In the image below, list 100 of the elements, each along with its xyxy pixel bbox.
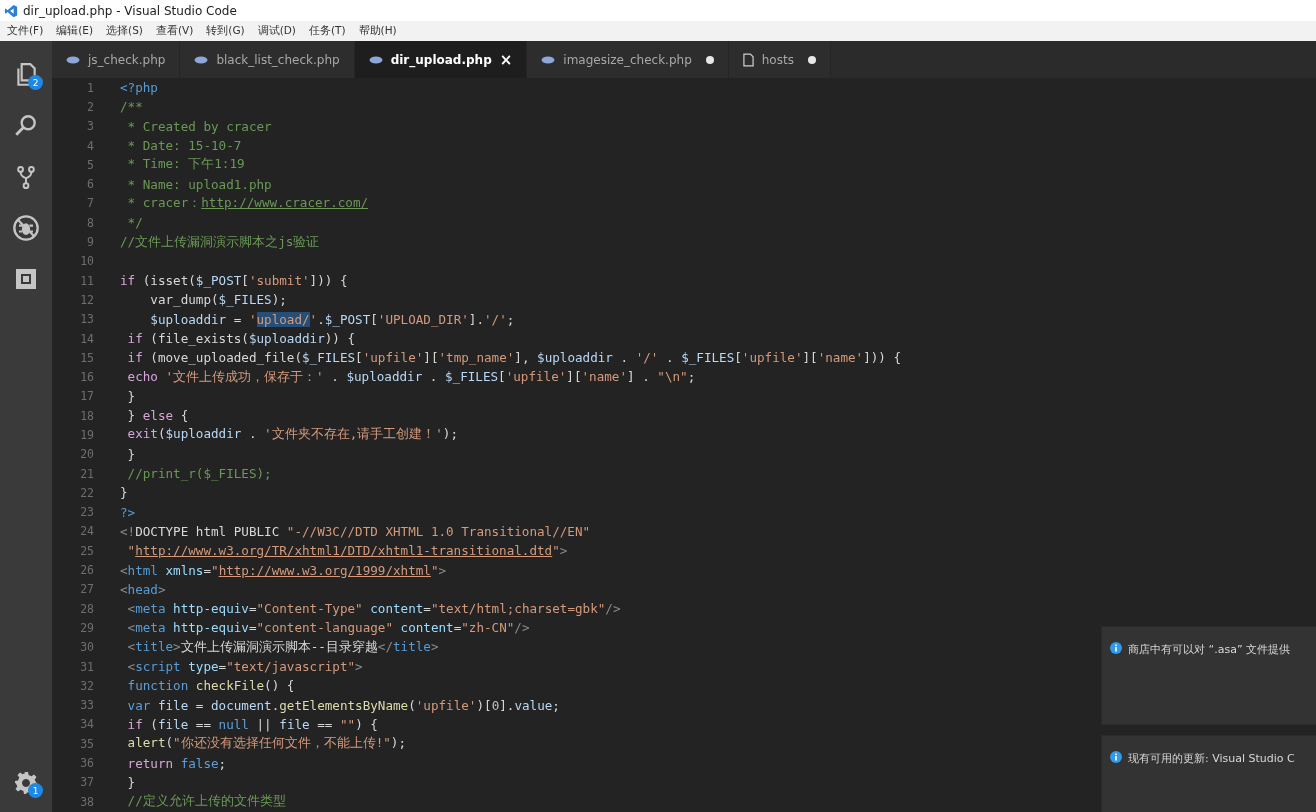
line-number: 17 xyxy=(79,389,94,404)
info-icon xyxy=(1110,751,1122,763)
code-line: echo '文件上传成功，保存于：' . $uploaddir . $_FILES['upfile']['name'] . "\n"; xyxy=(126,368,696,386)
file-icon xyxy=(742,52,754,67)
line-number: 38 xyxy=(79,794,94,809)
code-line: function checkFile() { xyxy=(126,678,295,694)
bug-icon[interactable] xyxy=(12,213,40,242)
notification-text: 商店中有可以对 “.asa” 文件提供 xyxy=(1128,642,1291,657)
line-number: 7 xyxy=(86,196,94,211)
menu-item[interactable]: 转到(G) xyxy=(206,24,245,38)
line-number: 37 xyxy=(79,775,94,790)
app-logo-icon xyxy=(4,3,18,18)
code-line: var file = document.getElementsByName('upfile')[0].value; xyxy=(126,697,560,713)
menu-item[interactable]: 编辑(E) xyxy=(56,24,94,38)
line-number: 33 xyxy=(79,698,94,713)
code-line: exit($uploaddir . '文件夹不存在,请手工创建！'); xyxy=(126,426,458,444)
menu-item[interactable]: 选择(S) xyxy=(106,24,143,38)
window-title: dir_upload.php - Visual Studio Code xyxy=(23,3,237,18)
line-number: 27 xyxy=(79,582,94,597)
ellipse-icon xyxy=(66,55,80,64)
code-line: <html xmlns="http://www.w3.org/1999/xhtml"> xyxy=(120,562,447,578)
line-number: 15 xyxy=(79,350,94,365)
code-line: <title>文件上传漏洞演示脚本--目录穿越</title> xyxy=(126,638,439,656)
code-line: if (isset($_POST['submit'])) { xyxy=(120,273,348,289)
code-line: alert("你还没有选择任何文件，不能上传!"); xyxy=(126,735,406,753)
code-line: <meta http-equiv="content-language" content="zh-CN"/> xyxy=(126,620,530,636)
code-line: if (file == null || file == "") { xyxy=(126,716,378,732)
line-number: 18 xyxy=(79,408,94,423)
extensions-icon[interactable] xyxy=(14,266,38,291)
line-number: 35 xyxy=(79,736,94,751)
code-line: //文件上传漏洞演示脚本之js验证 xyxy=(120,233,320,251)
line-number: 23 xyxy=(79,505,94,520)
code-line: //定义允许上传的文件类型 xyxy=(126,793,286,811)
line-number: 36 xyxy=(79,756,94,771)
code-line: * Date: 15-10-7 xyxy=(126,138,242,154)
code-line: //print_r($_FILES); xyxy=(126,466,272,482)
line-number: 21 xyxy=(79,466,94,481)
code-line: } xyxy=(126,446,136,462)
code-line: <meta http-equiv="Content-Type" content="text/html;charset=gbk"/> xyxy=(126,601,621,617)
line-number: 24 xyxy=(79,524,94,539)
code-line: if (file_exists($uploaddir)) { xyxy=(126,331,356,346)
code-line: var_dump($_FILES); xyxy=(149,292,287,308)
info-icon xyxy=(1110,642,1122,654)
code-line: } else { xyxy=(126,408,189,424)
line-number: 22 xyxy=(79,485,94,500)
line-number: 9 xyxy=(86,235,94,249)
line-number: 14 xyxy=(79,331,94,346)
ellipse-icon xyxy=(541,55,556,64)
line-number: 10 xyxy=(79,254,94,269)
code-line: */ xyxy=(126,215,143,231)
code-line: /** xyxy=(120,99,143,115)
code-line: * Time: 下午1:19 xyxy=(126,156,245,174)
line-number: 11 xyxy=(79,273,94,288)
line-number: 6 xyxy=(86,177,94,192)
code-line: * cracer：http://www.cracer.com/ xyxy=(126,194,369,212)
line-number: 28 xyxy=(79,601,94,616)
line-number: 16 xyxy=(79,370,94,385)
line-number: 19 xyxy=(79,428,94,442)
code-line: } xyxy=(120,485,128,501)
line-number: 2 xyxy=(86,99,94,114)
code-line: * Created by cracer xyxy=(126,118,272,134)
code-line: "http://www.w3.org/TR/xhtml1/DTD/xhtml1-transitional.dtd"> xyxy=(126,543,568,559)
menu-item[interactable]: 任务(T) xyxy=(308,24,346,38)
line-number: 29 xyxy=(79,620,94,635)
line-number: 20 xyxy=(79,447,94,462)
menu-item[interactable]: 调试(D) xyxy=(257,24,296,38)
menu-item[interactable]: 查看(V) xyxy=(155,24,194,38)
line-number: 26 xyxy=(79,563,94,578)
editor-tab[interactable]: dir_upload.php × xyxy=(354,41,528,78)
code-line: <head> xyxy=(120,581,166,597)
line-number: 25 xyxy=(79,543,94,558)
code-line: } xyxy=(126,774,136,790)
notification-text: 现有可用的更新: Visual Studio C xyxy=(1128,751,1295,766)
code-line: <!DOCTYPE html PUBLIC "-//W3C//DTD XHTML 1.0 Transitional//EN" xyxy=(120,523,591,539)
code-line: } xyxy=(126,388,136,404)
code-line: $uploaddir = 'upload/'.$_POST['UPLOAD_DIR'].'/'; xyxy=(149,311,515,327)
line-number: 30 xyxy=(79,640,94,655)
line-number: 4 xyxy=(86,138,94,153)
code-line: if (move_uploaded_file($_FILES['upfile']['tmp_name'], $uploaddir . '/' . $_FILES['upfile']['name'])) { xyxy=(126,350,902,366)
line-number: 34 xyxy=(79,717,94,732)
code-line: return false; xyxy=(126,755,227,771)
line-number: 32 xyxy=(79,678,94,693)
menu-item[interactable]: 帮助(H) xyxy=(358,24,397,38)
line-number: 31 xyxy=(79,659,94,674)
code-line: * Name: upload1.php xyxy=(126,176,272,192)
line-number: 5 xyxy=(86,157,94,172)
close-button[interactable]: × xyxy=(499,50,513,69)
ellipse-icon xyxy=(368,55,383,64)
line-number: 8 xyxy=(86,215,94,230)
count-badge: 2 xyxy=(28,75,43,90)
line-number: 12 xyxy=(79,292,94,307)
count-badge: 1 xyxy=(28,783,43,798)
line-number: 1 xyxy=(86,80,94,95)
menu-item[interactable]: 文件(F) xyxy=(7,24,44,38)
code-line: <script type="text/javascript"> xyxy=(126,659,363,675)
code-line: <?php xyxy=(120,80,158,96)
line-number: 13 xyxy=(79,312,94,327)
code-line: ?> xyxy=(120,504,136,520)
line-number: 3 xyxy=(86,119,94,134)
ellipse-icon xyxy=(194,55,209,64)
